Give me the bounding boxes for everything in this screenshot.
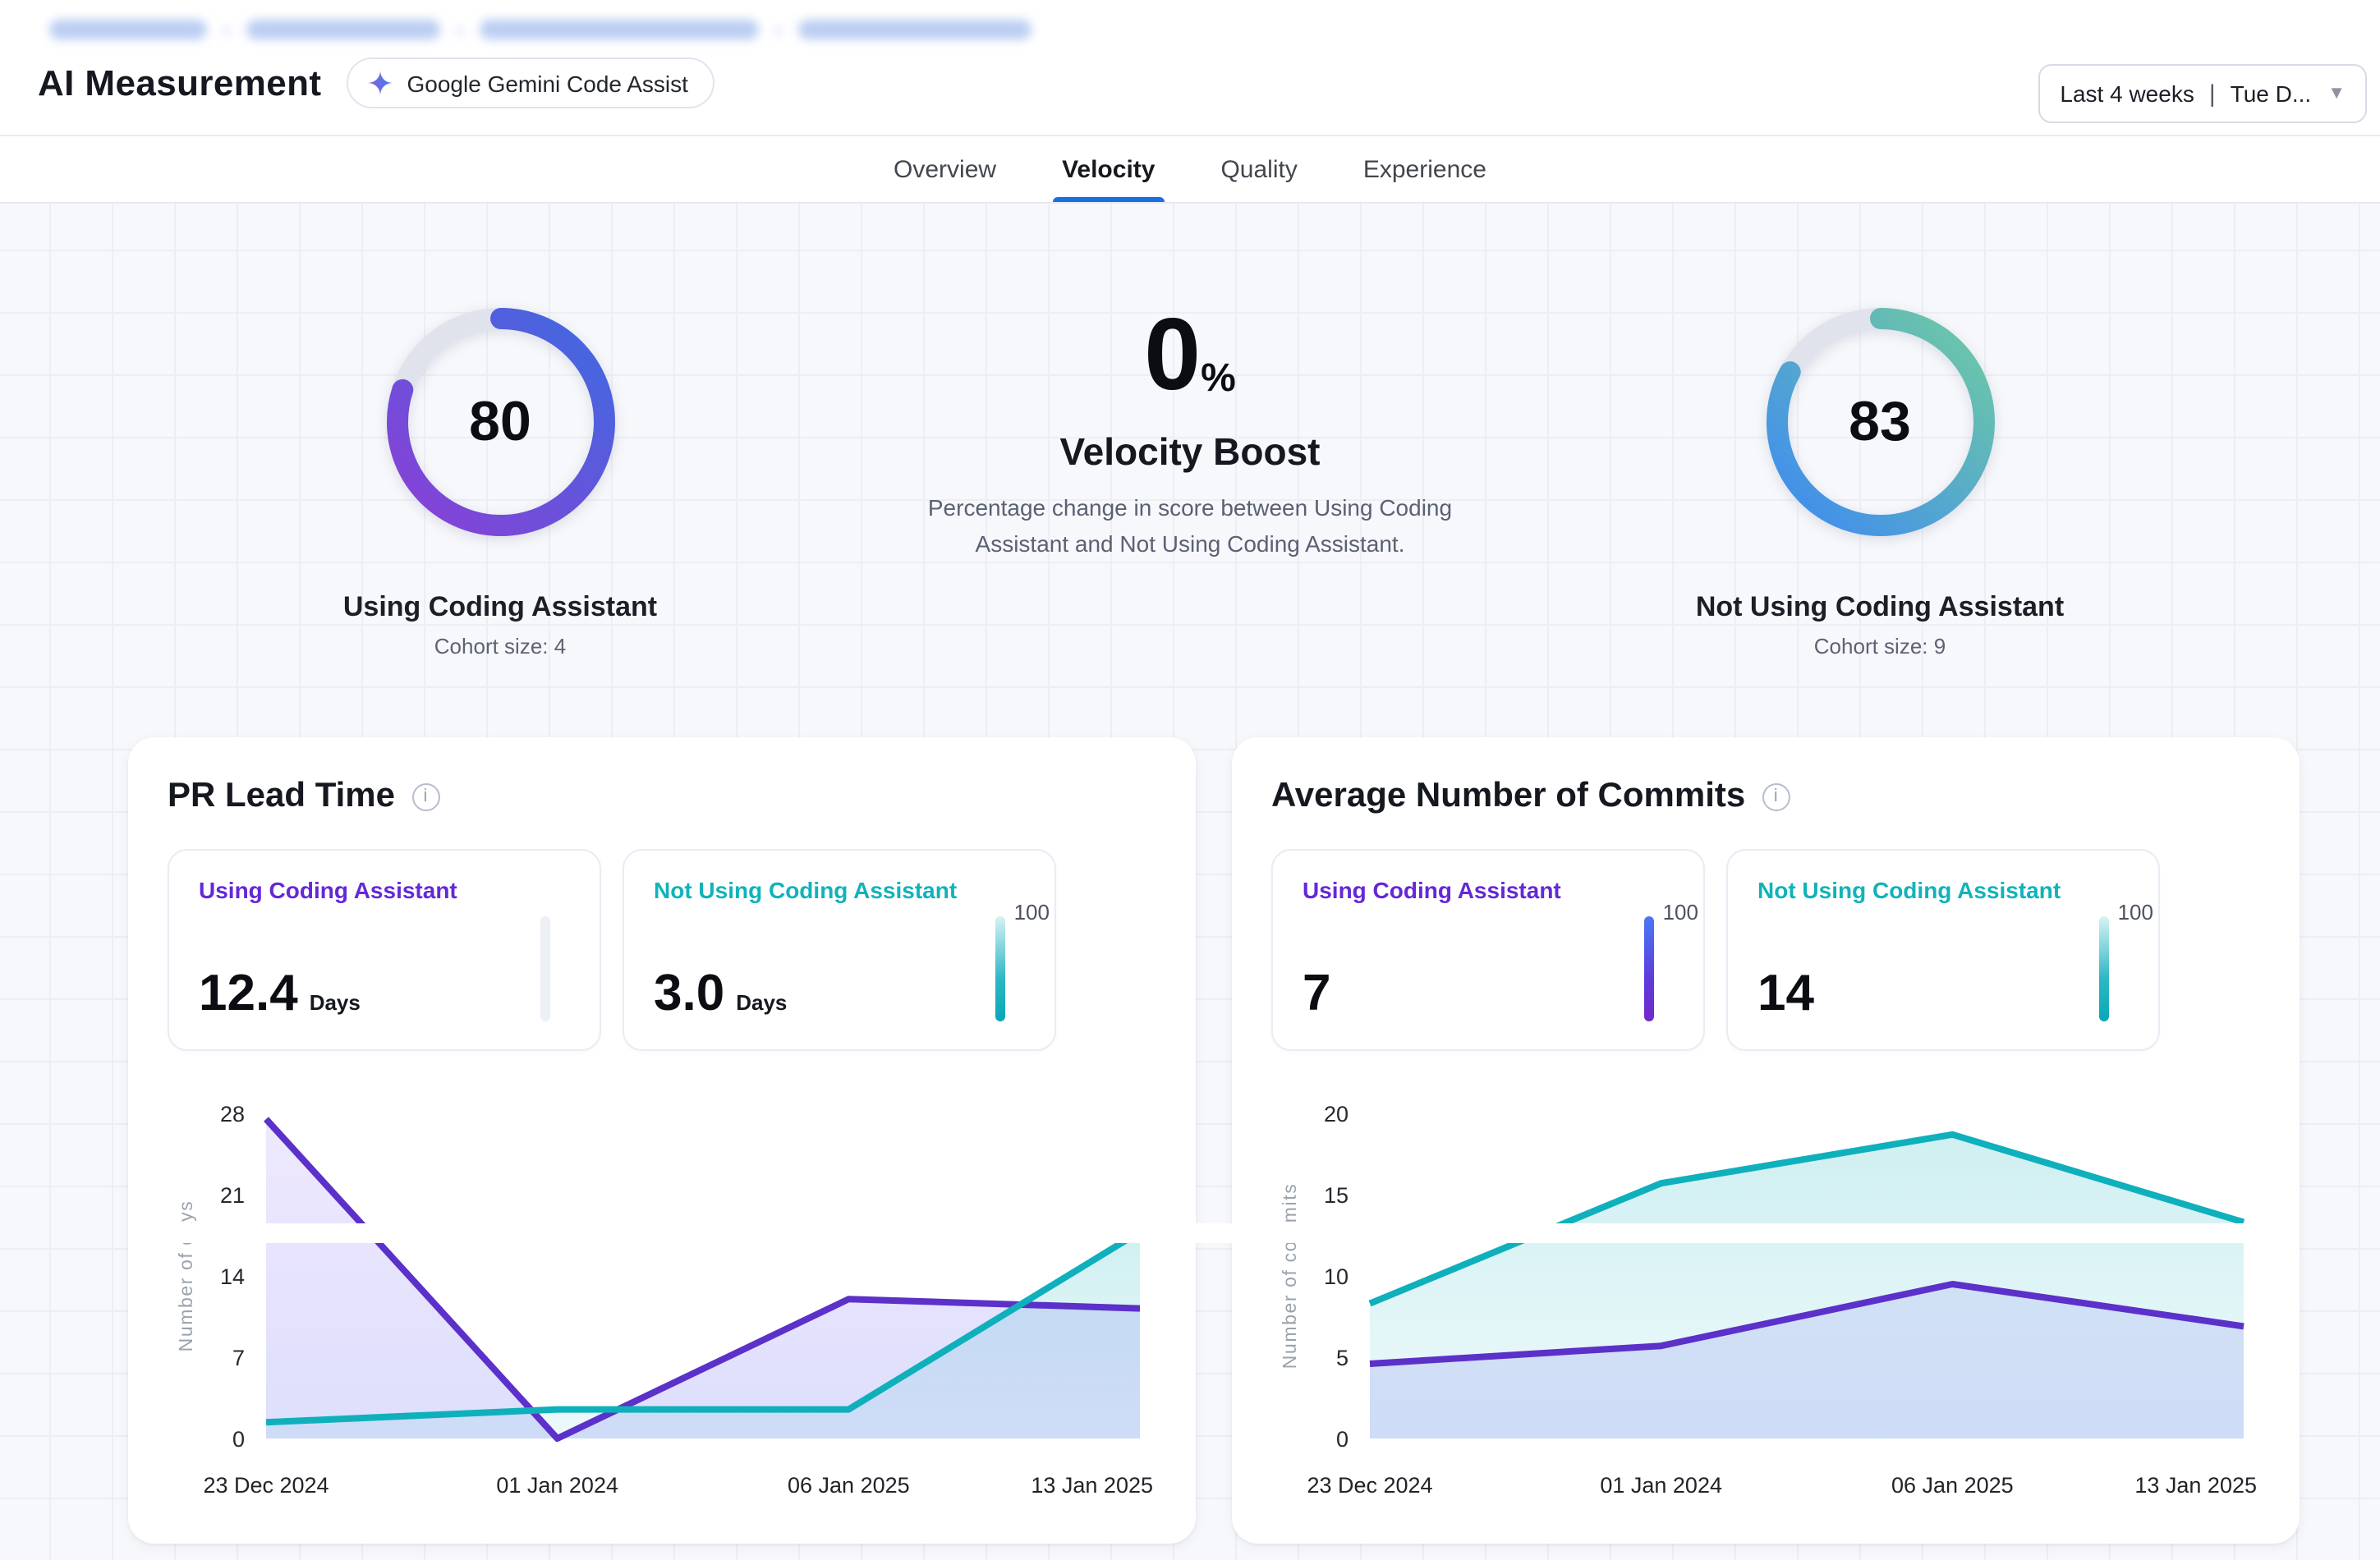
boost-percent-sign: % bbox=[1201, 360, 1236, 399]
breadcrumb-separator: › bbox=[223, 18, 230, 41]
stat-scale-max: 100 bbox=[1014, 900, 1050, 925]
svg-text:23 Dec 2024: 23 Dec 2024 bbox=[203, 1473, 329, 1498]
breadcrumb[interactable]: › › › bbox=[0, 0, 2380, 41]
stat-not-using-assistant: Not Using Coding Assistant 3.0 Days 100 bbox=[623, 849, 1056, 1051]
svg-text:23 Dec 2024: 23 Dec 2024 bbox=[1307, 1473, 1432, 1498]
stat-mini-bar bbox=[995, 916, 1005, 1021]
boost-number: 0 bbox=[1144, 305, 1201, 407]
date-range-select[interactable]: Last 4 weeks | Tue D... ▼ bbox=[2038, 64, 2367, 123]
gauge-label: Using Coding Assistant bbox=[343, 591, 657, 624]
tab-overview[interactable]: Overview bbox=[890, 136, 999, 202]
page-header: › › › AI Measurement Google Gemini Code … bbox=[0, 0, 2380, 135]
svg-text:20: 20 bbox=[1324, 1102, 1349, 1126]
breadcrumb-separator: › bbox=[775, 18, 782, 41]
metric-cards-row: PR Lead Time i Using Coding Assistant 12… bbox=[128, 737, 2300, 1544]
gauge-using-assistant: 80 Using Coding Assistant Cohort size: 4 bbox=[155, 302, 845, 658]
score-value: 83 bbox=[1760, 302, 2000, 542]
svg-text:Number of commits: Number of commits bbox=[1279, 1183, 1300, 1370]
stat-unit: Days bbox=[310, 990, 361, 1015]
breadcrumb-item-redacted[interactable] bbox=[246, 20, 440, 39]
stat-label: Not Using Coding Assistant bbox=[1757, 877, 2129, 903]
stat-using-assistant: Using Coding Assistant 7 100 bbox=[1271, 849, 1705, 1051]
cohort-size: Cohort size: 4 bbox=[434, 634, 566, 658]
page-title: AI Measurement bbox=[38, 62, 322, 104]
stat-value: 3.0 bbox=[654, 964, 724, 1023]
svg-text:5: 5 bbox=[1336, 1346, 1349, 1370]
date-range-divider: | bbox=[2209, 80, 2216, 108]
cohort-size: Cohort size: 9 bbox=[1814, 634, 1946, 658]
gemini-sparkle-icon bbox=[366, 69, 394, 97]
stat-using-assistant: Using Coding Assistant 12.4 Days bbox=[168, 849, 601, 1051]
breadcrumb-item-redacted[interactable] bbox=[49, 20, 207, 39]
pr-lead-time-chart: 07142128Number of days23 Dec 202401 Jan … bbox=[168, 1090, 1156, 1514]
avg-commits-chart: 0 5 10 15 20 Number of commits 23 Dec 2024 01 J… bbox=[1271, 1090, 2260, 1514]
svg-text:28: 28 bbox=[220, 1102, 245, 1126]
stat-value: 14 bbox=[1757, 964, 1814, 1023]
stat-scale-max: 100 bbox=[2118, 900, 2153, 925]
tab-velocity[interactable]: Velocity bbox=[1059, 136, 1158, 202]
svg-text:06 Jan 2025: 06 Jan 2025 bbox=[788, 1473, 910, 1498]
svg-text:15: 15 bbox=[1324, 1183, 1349, 1208]
date-range-value: Last 4 weeks bbox=[2060, 80, 2194, 107]
card-title: PR Lead Time bbox=[168, 777, 395, 816]
next-card-peek bbox=[128, 1223, 2300, 1243]
svg-text:01 Jan 2024: 01 Jan 2024 bbox=[496, 1473, 618, 1498]
tab-experience[interactable]: Experience bbox=[1360, 136, 1490, 202]
svg-text:21: 21 bbox=[220, 1183, 245, 1208]
pr-lead-time-card: PR Lead Time i Using Coding Assistant 12… bbox=[128, 737, 1196, 1544]
card-title: Average Number of Commits bbox=[1271, 777, 1745, 816]
stat-not-using-assistant: Not Using Coding Assistant 14 100 bbox=[1726, 849, 2160, 1051]
info-icon[interactable]: i bbox=[1762, 782, 1790, 810]
boost-value: 0 % bbox=[1144, 305, 1236, 407]
ai-measurement-dashboard: › › › AI Measurement Google Gemini Code … bbox=[0, 0, 2380, 1560]
stat-mini-bar bbox=[540, 916, 550, 1021]
gemini-badge: Google Gemini Code Assist bbox=[347, 57, 714, 108]
stat-unit: Days bbox=[736, 990, 787, 1015]
svg-text:06 Jan 2025: 06 Jan 2025 bbox=[1891, 1473, 2014, 1498]
gauge-not-using-assistant: 83 Not Using Coding Assistant Cohort siz… bbox=[1535, 302, 2225, 658]
svg-text:01 Jan 2024: 01 Jan 2024 bbox=[1600, 1473, 1722, 1498]
stat-label: Not Using Coding Assistant bbox=[654, 877, 1025, 903]
stat-mini-bar bbox=[1644, 916, 1654, 1021]
breadcrumb-separator: › bbox=[457, 18, 463, 41]
stat-scale-max: 100 bbox=[1663, 900, 1698, 925]
svg-text:0: 0 bbox=[232, 1427, 245, 1452]
velocity-boost-block: 0 % Velocity Boost Percentage change in … bbox=[845, 302, 1535, 658]
breadcrumb-item-redacted[interactable] bbox=[480, 20, 759, 39]
breadcrumb-item-redacted[interactable] bbox=[798, 20, 1031, 39]
boost-title: Velocity Boost bbox=[1060, 430, 1321, 475]
stat-label: Using Coding Assistant bbox=[1303, 877, 1674, 903]
summary-row: 80 Using Coding Assistant Cohort size: 4… bbox=[0, 204, 2380, 658]
chevron-down-icon: ▼ bbox=[2327, 84, 2346, 103]
svg-text:13 Jan 2025: 13 Jan 2025 bbox=[2134, 1473, 2257, 1498]
stat-value: 7 bbox=[1303, 964, 1331, 1023]
boost-description: Percentage change in score between Using… bbox=[919, 491, 1461, 562]
avg-commits-card: Average Number of Commits i Using Coding… bbox=[1232, 737, 2300, 1544]
svg-text:10: 10 bbox=[1324, 1264, 1349, 1289]
section-tabs: Overview Velocity Quality Experience bbox=[0, 135, 2380, 204]
score-value: 80 bbox=[380, 302, 620, 542]
stat-value: 12.4 bbox=[199, 964, 298, 1023]
svg-text:7: 7 bbox=[232, 1346, 245, 1370]
svg-text:13 Jan 2025: 13 Jan 2025 bbox=[1031, 1473, 1153, 1498]
velocity-panel: 80 Using Coding Assistant Cohort size: 4… bbox=[0, 204, 2380, 1560]
date-range-detail: Tue D... bbox=[2231, 80, 2312, 107]
svg-text:14: 14 bbox=[220, 1264, 245, 1289]
tab-quality[interactable]: Quality bbox=[1217, 136, 1300, 202]
stat-label: Using Coding Assistant bbox=[199, 877, 570, 903]
gemini-badge-label: Google Gemini Code Assist bbox=[407, 70, 688, 96]
stat-mini-bar bbox=[2099, 916, 2109, 1021]
info-icon[interactable]: i bbox=[411, 782, 439, 810]
svg-text:0: 0 bbox=[1336, 1427, 1349, 1452]
gauge-label: Not Using Coding Assistant bbox=[1696, 591, 2064, 624]
